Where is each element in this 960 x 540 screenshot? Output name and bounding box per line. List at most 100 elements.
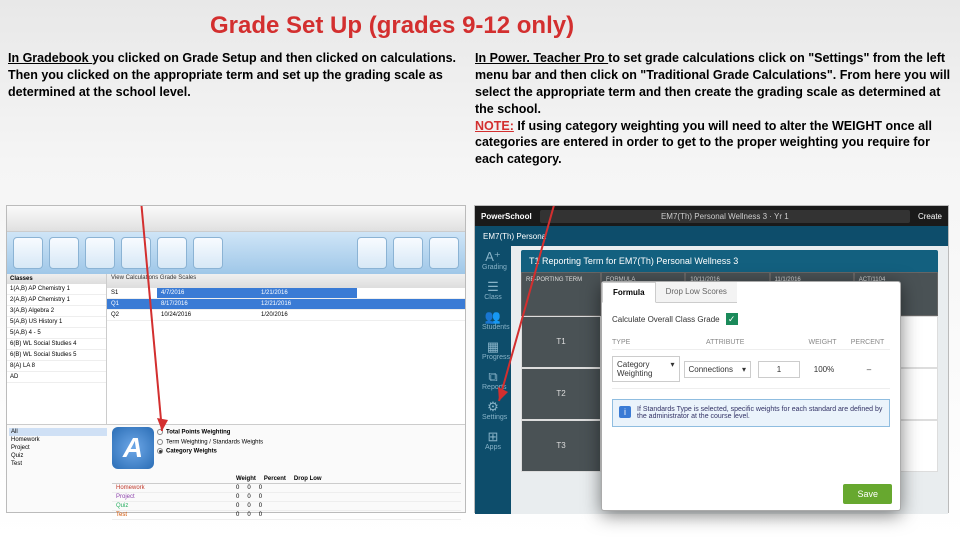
toolbar-button[interactable] [49,237,79,269]
grading-icon: A⁺ [482,250,504,264]
toolbar-button[interactable] [121,237,151,269]
note-text: If using category weighting you will nee… [475,119,932,167]
date-cell[interactable]: 4/7/2016 [157,288,257,298]
toolbar-button[interactable] [13,237,43,269]
remove-row[interactable]: – [848,362,890,377]
attribute-select[interactable]: Connections ▾ [684,361,752,378]
sidebar-item-reports[interactable]: ⧉Reports [482,370,504,392]
term-cell[interactable]: S1 [107,288,157,298]
catg-name: Quiz [112,502,232,510]
info-text: If Standards Type is selected, specific … [637,406,883,420]
catg-val[interactable]: 0 [232,511,243,519]
catg-val[interactable]: 0 [255,493,266,501]
pt-banner: T1 Reporting Term for EM7(Th) Personal W… [521,250,938,272]
gb-class-item[interactable]: 1(A,B) AP Chemistry 1 [7,284,106,295]
catg-val[interactable]: 0 [232,502,243,510]
catg-val: 0 [243,484,254,492]
page-title: Grade Set Up (grades 9-12 only) [0,0,960,40]
sidebar-item-apps[interactable]: ⊞Apps [482,430,504,452]
info-box: i If Standards Type is selected, specifi… [612,399,890,427]
catg-val: 0 [243,493,254,501]
date-cell[interactable]: 1/21/2016 [257,288,357,298]
toolbar-button[interactable] [157,237,187,269]
toolbar-button[interactable] [393,237,423,269]
gb-side-head: Classes [7,274,106,284]
chevron-down-icon: ▾ [670,360,674,378]
pt-class-selector[interactable]: EM7(Th) Personal Wellness 3 · Yr 1 [540,210,910,223]
sidebar-item-progress[interactable]: ▦Progress [482,340,504,362]
tab-drop-low-scores[interactable]: Drop Low Scores [656,282,737,303]
sidebar-item-class[interactable]: ☰Class [482,280,504,302]
mh-weight: WEIGHT [800,339,845,346]
progress-icon: ▦ [482,340,504,354]
catg-val: 0 [243,502,254,510]
gb-weight-options: Total Points Weighting Term Weighting / … [157,429,263,458]
gb-class-item[interactable]: 6(B) WL Social Studies 5 [7,350,106,361]
sidebar-item-settings[interactable]: ⚙Settings [482,400,504,422]
opt-category-weights[interactable]: Category Weights [157,448,263,455]
tree-item[interactable]: Quiz [9,452,107,460]
gb-class-list: Classes 1(A,B) AP Chemistry 1 2(A,B) AP … [7,274,107,424]
tree-item[interactable]: Test [9,460,107,468]
mh-attr: ATTRIBUTE [706,339,800,346]
select-value: Connections [689,365,733,374]
catg-val[interactable]: 0 [255,511,266,519]
gb-class-item[interactable]: 5(A,B) 4 - 5 [7,328,106,339]
sidebar-item-grading[interactable]: A⁺Grading [482,250,504,272]
mh-percent: PERCENT [845,339,890,346]
gb-menubar [7,206,465,232]
date-cell[interactable]: 8/17/2016 [157,299,257,309]
term-label: T1 [521,316,601,368]
gear-icon: ⚙ [482,400,504,414]
opt-total-points[interactable]: Total Points Weighting [157,429,263,436]
term-cell[interactable]: Q1 [107,299,157,309]
term-cell[interactable]: Q2 [107,310,157,320]
tree-item[interactable]: All [9,428,107,436]
powerschool-logo: PowerSchool [481,212,532,221]
catg-val[interactable]: 0 [232,484,243,492]
toolbar-button[interactable] [429,237,459,269]
catg-val[interactable]: 0 [232,493,243,501]
calc-overall-label: Calculate Overall Class Grade [612,315,720,324]
catg-val[interactable]: 0 [255,502,266,510]
type-select[interactable]: Category Weighting▾ [612,356,680,382]
pt-create-button[interactable]: Create [918,212,942,221]
select-value: Category Weighting [617,360,670,378]
date-cell[interactable]: 1/20/2016 [257,310,357,320]
tree-item[interactable]: Project [9,444,107,452]
date-cell[interactable]: 12/21/2016 [257,299,357,309]
sidebar-label: Apps [485,444,501,451]
gb-class-item[interactable]: 3(A,B) Algebra 2 [7,306,106,317]
instruction-columns: In Gradebook you clicked on Grade Setup … [0,40,960,168]
weight-input[interactable]: 1 [758,361,800,378]
calc-overall-checkbox[interactable]: ✓ [726,313,738,325]
left-instruction: In Gradebook you clicked on Grade Setup … [8,50,463,168]
date-cell[interactable]: 10/24/2016 [157,310,257,320]
gb-class-item[interactable]: 2(A,B) AP Chemistry 1 [7,295,106,306]
gb-class-item[interactable]: 5(A,B) US History 1 [7,317,106,328]
gb-class-item[interactable]: AD [7,372,106,383]
gb-class-item[interactable]: 6(B) WL Social Studies 4 [7,339,106,350]
tab-formula[interactable]: Formula [602,282,656,303]
toolbar-button[interactable] [193,237,223,269]
gb-category-table: Weight Percent Drop Low Homework000 Proj… [112,475,461,520]
gb-category-tree: All Homework Project Quiz Test [9,428,107,468]
col-head: Weight [232,475,260,483]
term-label: T3 [521,420,601,472]
catg-val: 0 [243,511,254,519]
gb-tabs[interactable]: View Calculations Grade Scales [107,274,465,288]
gb-class-item[interactable]: 8(A) LA 8 [7,361,106,372]
opt-term-weights[interactable]: Term Weighting / Standards Weights [157,439,263,446]
chevron-down-icon: ▾ [742,365,746,374]
toolbar-button[interactable] [357,237,387,269]
opt-label: Term Weighting / Standards Weights [166,439,263,445]
tree-item[interactable]: Homework [9,436,107,444]
sidebar-label: Students [482,324,510,331]
grade-a-icon: A [112,427,154,469]
info-icon: i [619,406,631,418]
sidebar-item-students[interactable]: 👥Students [482,310,504,332]
toolbar-button[interactable] [85,237,115,269]
catg-val[interactable]: 0 [255,484,266,492]
save-button[interactable]: Save [843,484,892,504]
sidebar-label: Reports [482,384,507,391]
